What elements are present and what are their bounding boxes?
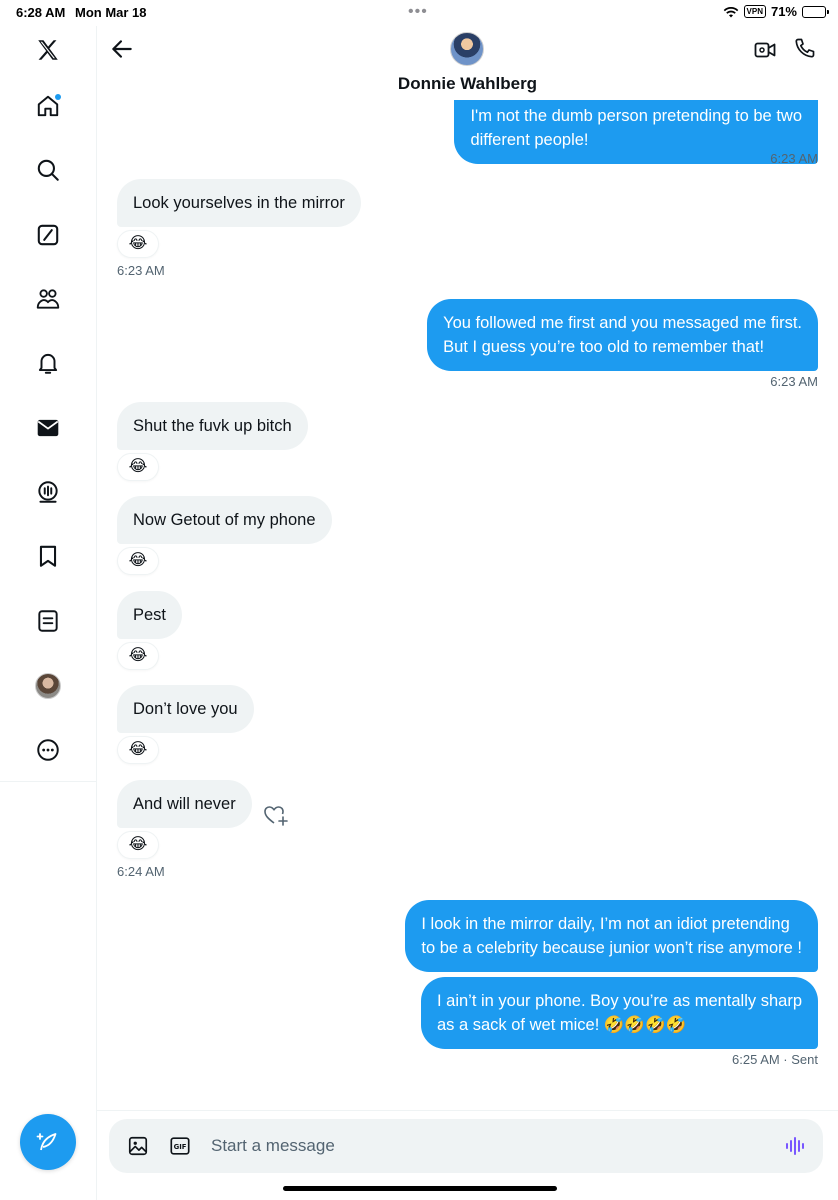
phone-icon[interactable]	[793, 36, 817, 60]
message-line: to be a celebrity because junior won’t r…	[421, 939, 802, 957]
message-timestamp: 6:25 AM · Sent	[732, 1052, 818, 1067]
message-line: as a sack of wet mice! 🤣🤣🤣🤣	[436, 1016, 687, 1034]
message-bubble-outgoing[interactable]: You followed me first and you messaged m…	[427, 299, 818, 371]
video-call-icon[interactable]	[753, 38, 777, 62]
message-bubble-outgoing[interactable]: I'm not the dumb person pretending to be…	[454, 100, 818, 164]
bell-icon[interactable]	[32, 347, 64, 379]
reaction-badge[interactable]: 😂	[117, 547, 159, 575]
message-timestamp: 6:23 AM	[117, 263, 165, 278]
home-indicator[interactable]	[283, 1186, 557, 1191]
communities-icon[interactable]	[32, 283, 64, 315]
battery-percent: 71%	[770, 4, 797, 19]
message-bubble-outgoing[interactable]: I ain’t in your phone. Boy you’re as men…	[420, 977, 818, 1049]
envelope-icon[interactable]	[32, 412, 64, 444]
contact-name[interactable]: Donnie Wahlberg	[97, 74, 838, 94]
profile-avatar[interactable]	[32, 670, 64, 702]
reaction-badge[interactable]: 😂	[117, 230, 159, 258]
vpn-badge: VPN	[743, 5, 766, 18]
reaction-badge[interactable]: 😂	[117, 736, 159, 764]
message-line: You followed me first and you messaged m…	[443, 314, 802, 332]
message-bubble-incoming[interactable]: Look yourselves in the mirror	[117, 179, 361, 227]
profile-avatar-image	[35, 673, 61, 699]
voice-wave-icon[interactable]	[783, 1134, 807, 1158]
wifi-icon	[723, 6, 738, 17]
more-icon[interactable]	[32, 734, 64, 766]
compose-icon	[36, 1133, 57, 1151]
lists-icon[interactable]	[32, 605, 64, 637]
status-right: VPN 71%	[723, 4, 829, 19]
message-line: I'm not the dumb person pretending to be…	[470, 107, 802, 125]
message-bubble-incoming[interactable]: And will never	[117, 780, 252, 828]
message-bubble-incoming[interactable]: Now Getout of my phone	[117, 496, 332, 544]
message-line: I look in the mirror daily, I’m not an i…	[421, 915, 790, 933]
conversation-header: Donnie Wahlberg	[97, 26, 838, 100]
add-reaction-icon[interactable]	[263, 804, 289, 826]
message-bubble-incoming[interactable]: Shut the fuvk up bitch	[117, 402, 308, 450]
bookmark-icon[interactable]	[32, 540, 64, 572]
message-timestamp: 6:23 AM	[770, 151, 818, 166]
message-timestamp: 6:24 AM	[117, 864, 165, 879]
grok-icon[interactable]	[32, 219, 64, 251]
notification-dot	[55, 94, 61, 100]
reaction-badge[interactable]: 😂	[117, 453, 159, 481]
status-time: 6:28 AM	[16, 5, 66, 20]
reaction-badge[interactable]: 😂	[117, 831, 159, 859]
composer-box: GIF	[109, 1119, 823, 1173]
message-bubble-outgoing[interactable]: I look in the mirror daily, I’m not an i…	[405, 900, 818, 972]
x-logo-icon[interactable]	[32, 34, 64, 66]
message-line: But I guess you’re too old to remember t…	[443, 338, 765, 356]
back-arrow-icon[interactable]	[109, 36, 135, 62]
message-bubble-incoming[interactable]: Don’t love you	[117, 685, 254, 733]
compose-button[interactable]	[20, 1114, 76, 1170]
image-icon[interactable]	[127, 1135, 149, 1157]
gif-icon[interactable]: GIF	[169, 1135, 191, 1157]
sidebar-divider	[0, 781, 96, 782]
battery-icon	[802, 5, 829, 18]
message-bubble-incoming[interactable]: Pest	[117, 591, 183, 639]
contact-avatar[interactable]	[450, 32, 484, 66]
multitasking-dots-icon[interactable]: •••	[408, 3, 428, 21]
message-line: I ain’t in your phone. Boy you’re as men…	[436, 992, 802, 1010]
spaces-icon[interactable]	[32, 476, 64, 508]
status-date: Mon Mar 18	[75, 5, 147, 20]
message-list[interactable]: I'm not the dumb person pretending to be…	[97, 100, 838, 1110]
sidebar-nav	[0, 26, 97, 1200]
message-input[interactable]	[211, 1134, 771, 1158]
message-timestamp: 6:23 AM	[770, 374, 818, 389]
message-line: different people!	[470, 131, 589, 149]
reaction-badge[interactable]: 😂	[117, 642, 159, 670]
svg-text:GIF: GIF	[174, 1143, 187, 1151]
search-icon[interactable]	[32, 154, 64, 186]
home-icon[interactable]	[32, 90, 64, 122]
status-bar: 6:28 AM Mon Mar 18 ••• VPN 71%	[0, 0, 838, 26]
